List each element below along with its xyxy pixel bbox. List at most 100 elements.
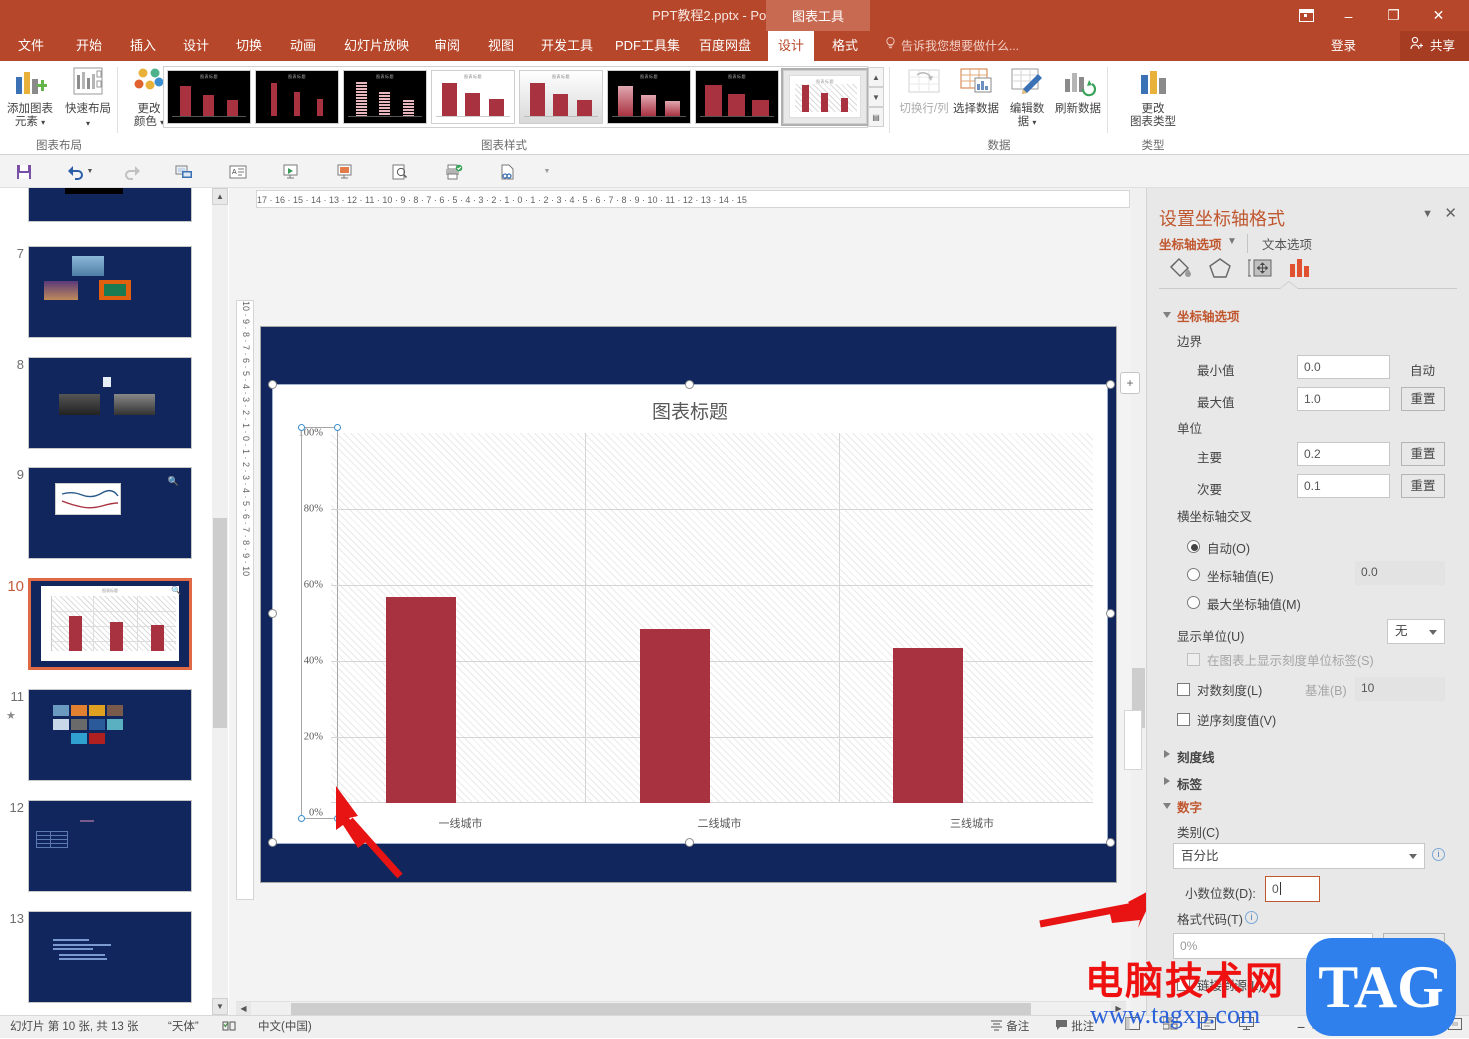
chart-handle-mr[interactable] [1106, 609, 1115, 618]
radio-axis-value[interactable] [1187, 568, 1200, 581]
canvas-horizontal-scrollbar[interactable]: ◀ ▶ [236, 1001, 1126, 1016]
thumbnail-image[interactable] [28, 357, 192, 449]
ribbon-display-options-icon[interactable] [1286, 0, 1326, 31]
zoom-level-label[interactable]: 70% [1425, 1016, 1448, 1039]
checkbox-link-to-source[interactable] [1177, 978, 1190, 991]
share-button[interactable]: 共享 [1399, 31, 1469, 61]
bar-2[interactable] [893, 648, 964, 803]
tab-design[interactable]: 设计 [173, 31, 219, 61]
view-reading-button[interactable] [1201, 1016, 1216, 1039]
add-format-code-button[interactable]: 添加(A) [1383, 933, 1445, 959]
zoom-slider-track[interactable] [1312, 1027, 1408, 1029]
zoom-slider-knob[interactable] [1352, 1022, 1356, 1035]
selection-handle-bl[interactable] [298, 815, 305, 822]
expand-triangle-labels[interactable] [1164, 777, 1170, 785]
major-unit-reset-button[interactable]: 重置 [1401, 442, 1445, 466]
category-dropdown[interactable]: 百分比 [1173, 843, 1425, 869]
thumbnail-image[interactable] [28, 911, 192, 1003]
undo-dropdown-icon[interactable]: ▼ [84, 159, 96, 184]
radio-maximum-axis-value[interactable] [1187, 596, 1200, 609]
quick-layout-button[interactable]: 快速布局 ▾ [59, 65, 117, 130]
chart-handle-tl[interactable] [268, 380, 277, 389]
gallery-scroll-controls[interactable]: ▲ ▼ ▤ [868, 67, 884, 129]
tab-home[interactable]: 开始 [66, 31, 112, 61]
hyperlink-icon[interactable] [494, 159, 522, 184]
thumbnail-image[interactable] [28, 188, 192, 222]
scrollbar-thumb[interactable] [291, 1003, 1031, 1015]
close-button[interactable]: ✕ [1416, 0, 1461, 31]
selection-handle-tl[interactable] [298, 424, 305, 431]
section-tick-marks[interactable]: 刻度线 [1177, 747, 1215, 766]
chart-handle-tr[interactable] [1106, 380, 1115, 389]
add-chart-element-button[interactable]: 添加图表 元素 ▾ [2, 65, 58, 129]
scroll-right-button[interactable]: ▶ [1111, 1002, 1126, 1016]
language-label[interactable]: 中文(中国) [258, 1016, 312, 1039]
view-slideshow-button[interactable] [1239, 1016, 1254, 1039]
scroll-left-button[interactable]: ◀ [236, 1002, 251, 1016]
edit-data-button[interactable]: 编辑数 据 ▾ [998, 65, 1056, 129]
tab-chart-design[interactable]: 设计 [768, 31, 815, 61]
radio-maximum-axis-value-label[interactable]: 最大坐标轴值(M) [1207, 594, 1301, 613]
customize-qat-icon[interactable]: ▼ [540, 159, 554, 184]
zoom-out-button[interactable]: − [1297, 1016, 1305, 1039]
chart-title[interactable]: 图表标题 [273, 397, 1107, 424]
chart-elements-plus-button[interactable]: + [1120, 372, 1140, 394]
label-values-in-reverse-order[interactable]: 逆序刻度值(V) [1197, 710, 1276, 729]
format-axis-pane[interactable]: 设置坐标轴格式 ▼ ✕ 坐标轴选项 ▼ 文本选项 坐标轴选项 边界 最小值 0.… [1146, 188, 1469, 1015]
effects-icon[interactable] [1200, 250, 1240, 286]
gallery-scroll-up[interactable]: ▲ [868, 67, 884, 87]
tab-review[interactable]: 审阅 [424, 31, 470, 61]
size-properties-icon[interactable] [1240, 250, 1280, 286]
canvas-vertical-scrollbar[interactable] [1131, 188, 1146, 1015]
scrollbar-thumb[interactable] [213, 518, 227, 728]
display-units-dropdown[interactable]: 无 [1387, 619, 1445, 644]
maximize-button[interactable]: ❐ [1371, 0, 1416, 31]
chart-style-1[interactable]: 图表标题 [167, 70, 251, 124]
thumbnail-image[interactable] [28, 246, 192, 338]
print-preview-icon[interactable] [386, 159, 414, 184]
chart-handle-bc[interactable] [685, 838, 694, 847]
select-data-button[interactable]: 选择数据 [947, 65, 1005, 116]
slide-thumbnail-pane[interactable]: 7 8 9 🔍 10 图表标题 🔍 11 ★ 12 13 [0, 188, 228, 1015]
chart-handle-ml[interactable] [268, 609, 277, 618]
axis-value-input[interactable]: 0.0 [1355, 561, 1445, 585]
zoom-in-button[interactable]: + [1414, 1016, 1422, 1039]
present-from-current-icon[interactable] [332, 159, 360, 184]
minor-unit-reset-button[interactable]: 重置 [1401, 474, 1445, 498]
radio-auto-label[interactable]: 自动(O) [1207, 538, 1250, 557]
start-slideshow-icon[interactable] [278, 159, 306, 184]
label-logarithmic-scale[interactable]: 对数刻度(L) [1197, 680, 1262, 699]
tab-animations[interactable]: 动画 [280, 31, 326, 61]
expand-triangle-axis-options[interactable] [1163, 312, 1171, 318]
log-base-input[interactable]: 10 [1355, 677, 1445, 701]
fill-icon[interactable] [1160, 250, 1200, 286]
thumbnail-image[interactable]: 🔍 [28, 467, 192, 559]
chart-handle-bl[interactable] [268, 838, 277, 847]
minimum-input[interactable]: 0.0 [1297, 355, 1390, 379]
comments-button[interactable]: 批注 [1055, 1016, 1094, 1039]
chart-object[interactable]: 图表标题 100% 80% 60% 40% 20% 0% 一线城市 二线城市 三… [272, 384, 1108, 844]
current-slide[interactable]: 图表标题 100% 80% 60% 40% 20% 0% 一线城市 二线城市 三… [260, 326, 1117, 883]
slide-pane-scrollbar[interactable]: ▲ ▼ [212, 188, 228, 1015]
pane-close-icon[interactable]: ✕ [1444, 204, 1457, 222]
selection-handle-tr[interactable] [334, 424, 341, 431]
label-link-to-source[interactable]: 链接到源(L) [1197, 975, 1262, 994]
chart-style-8-selected[interactable]: 图表标题 [781, 68, 869, 126]
tab-transitions[interactable]: 切换 [226, 31, 272, 61]
theme-name-label[interactable]: “天体” [168, 1016, 199, 1039]
checkbox-show-unit-label[interactable] [1187, 653, 1200, 666]
minor-unit-input[interactable]: 0.1 [1297, 474, 1390, 498]
redo-icon[interactable] [118, 159, 146, 184]
major-unit-input[interactable]: 0.2 [1297, 442, 1390, 466]
section-axis-options[interactable]: 坐标轴选项 [1177, 306, 1240, 325]
checkbox-values-in-reverse-order[interactable] [1177, 713, 1190, 726]
text-box-icon[interactable]: A [224, 159, 252, 184]
checkbox-logarithmic-scale[interactable] [1177, 683, 1190, 696]
tab-chart-format[interactable]: 格式 [822, 31, 868, 61]
chart-style-6[interactable]: 图表标题 [607, 70, 691, 124]
maximum-reset-button[interactable]: 重置 [1401, 387, 1445, 411]
section-number[interactable]: 数字 [1177, 797, 1202, 816]
thumbnail-image-selected[interactable]: 图表标题 🔍 [28, 578, 192, 670]
tab-insert[interactable]: 插入 [120, 31, 166, 61]
print-icon[interactable] [440, 159, 468, 184]
